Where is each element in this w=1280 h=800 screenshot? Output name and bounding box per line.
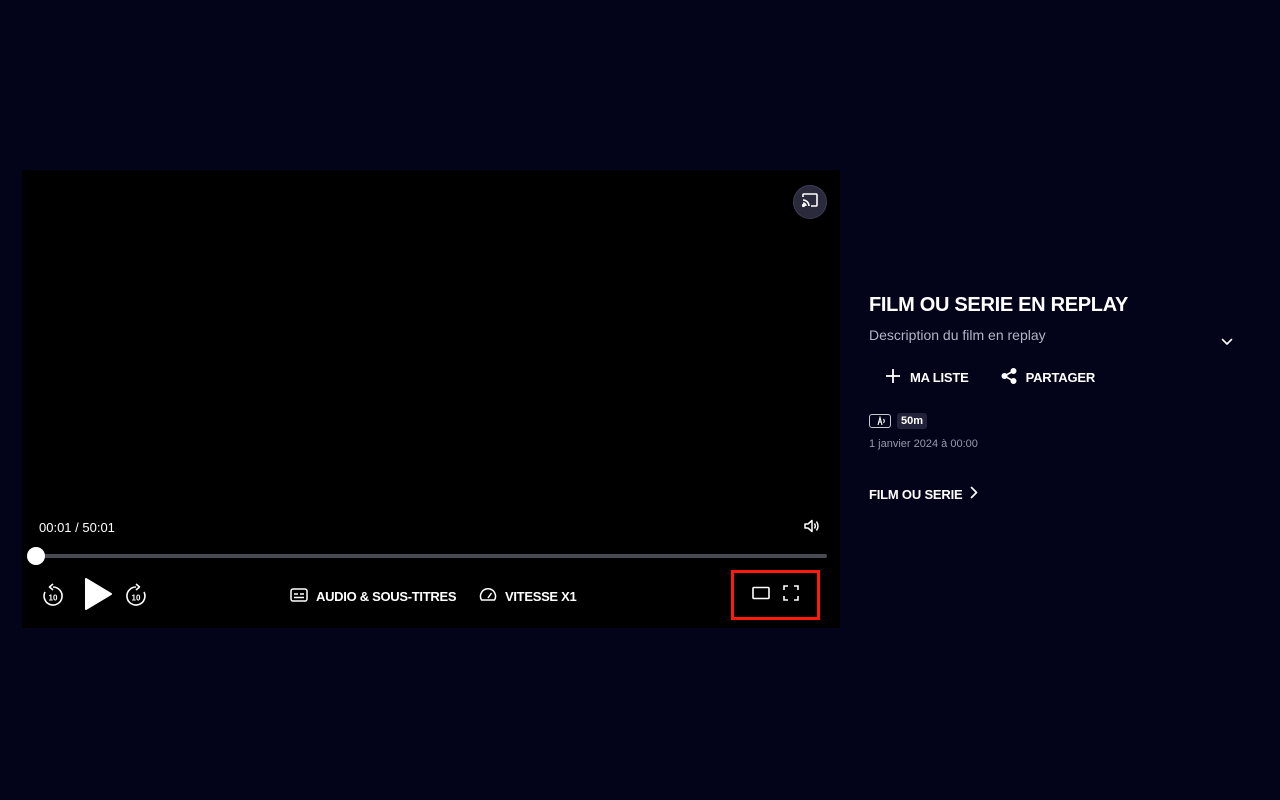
forward-10-icon: 10 <box>123 582 149 614</box>
subtitles-icon <box>290 587 308 605</box>
rewind-10-button[interactable]: 10 <box>39 582 67 614</box>
program-title: FILM OU SERIE EN REPLAY <box>869 294 1129 316</box>
audio-description-icon <box>869 414 891 428</box>
volume-button[interactable] <box>801 518 823 538</box>
rewind-10-number: 10 <box>49 593 58 602</box>
volume-icon <box>803 518 821 539</box>
video-player[interactable]: 00:01 / 50:01 10 10 AUDIO & SOUS-TITRES … <box>22 170 840 628</box>
fullscreen-icon <box>782 584 799 606</box>
share-icon <box>1001 367 1017 387</box>
plus-icon <box>885 368 901 387</box>
expand-description-button[interactable] <box>1219 334 1235 350</box>
forward-10-number: 10 <box>132 593 141 602</box>
chevron-down-icon <box>1221 333 1233 351</box>
program-description: Description du film en replay <box>869 327 1046 343</box>
theater-mode-button[interactable] <box>751 585 771 605</box>
view-mode-highlight <box>731 570 820 620</box>
share-button[interactable]: PARTAGER <box>1001 367 1096 387</box>
fullscreen-button[interactable] <box>781 584 801 606</box>
duration-badge: 50m <box>897 413 928 429</box>
speed-button[interactable]: VITESSE X1 <box>479 585 577 607</box>
share-label: PARTAGER <box>1025 370 1096 385</box>
speedometer-icon <box>479 587 497 605</box>
chevron-right-icon <box>970 486 978 502</box>
category-link[interactable]: FILM OU SERIE <box>869 486 978 502</box>
category-label: FILM OU SERIE <box>869 486 963 502</box>
progress-handle[interactable] <box>27 547 46 565</box>
cast-icon <box>801 192 819 213</box>
broadcast-date: 1 janvier 2024 à 00:00 <box>869 438 978 450</box>
play-icon <box>83 577 113 616</box>
my-list-button[interactable]: MA LISTE <box>885 368 969 387</box>
time-display: 00:01 / 50:01 <box>39 520 115 535</box>
progress-bar[interactable] <box>27 547 827 565</box>
forward-10-button[interactable]: 10 <box>122 582 150 614</box>
rewind-10-icon: 10 <box>40 582 66 614</box>
program-badges: 50m <box>869 413 928 429</box>
audio-subtitles-label: AUDIO & SOUS-TITRES <box>316 588 457 604</box>
cast-button[interactable] <box>793 185 827 219</box>
play-button[interactable] <box>80 577 116 616</box>
theater-mode-icon <box>751 586 770 605</box>
program-info: FILM OU SERIE EN REPLAY Description du f… <box>869 292 1249 502</box>
my-list-label: MA LISTE <box>910 370 969 385</box>
audio-subtitles-button[interactable]: AUDIO & SOUS-TITRES <box>290 585 457 607</box>
speed-label: VITESSE X1 <box>505 588 577 604</box>
action-bar: MA LISTE PARTAGER <box>885 367 1096 387</box>
page: 00:01 / 50:01 10 10 AUDIO & SOUS-TITRES … <box>0 0 1280 800</box>
